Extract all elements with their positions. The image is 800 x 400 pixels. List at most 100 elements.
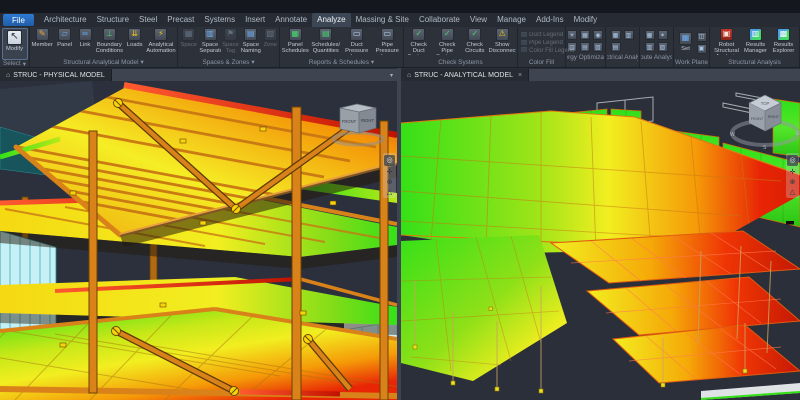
duct-legend-label: Duct Legend (529, 32, 563, 38)
panel-label-electrical-analysis[interactable]: Electrical Analysis (607, 52, 638, 62)
viewcube-right-label[interactable]: RIGHT (361, 118, 374, 123)
panel-label-spaces-zones[interactable]: Spaces & Zones▾ (179, 57, 278, 67)
panel-schedules-button[interactable]: ▦Panel Schedules (281, 28, 310, 55)
viewport-analytical[interactable]: ⌂ STRUC - ANALYTICAL MODEL × (401, 68, 800, 400)
results-explorer-button[interactable]: ▩Results Explorer (770, 28, 797, 55)
space-separator-label: Space Separator (199, 42, 220, 55)
pipe-pressure-loss-report-button[interactable]: ▭Pipe Pressure Loss Report (373, 28, 403, 55)
space-tag-button[interactable]: ⚑Space Tag (222, 28, 239, 55)
label-text: Color Fill (529, 59, 554, 66)
energy-settings-icon[interactable]: ☀ (567, 30, 577, 40)
electrical-settings-icon[interactable]: ▥ (624, 30, 634, 40)
view-tab-physical[interactable]: ⌂ STRUC - PHYSICAL MODEL (0, 69, 112, 81)
member-button[interactable]: ✎Member (31, 28, 53, 55)
panel-electrical-analysis: ▦ ▥ ▤ Electrical Analysis (606, 27, 640, 67)
reveal-obstacles-icon[interactable]: ✶ (658, 30, 668, 40)
check-circuits-button[interactable]: ✓Check Circuits (462, 28, 488, 55)
tab-steel[interactable]: Steel (134, 13, 162, 27)
view-tab-analytical[interactable]: ⌂ STRUC - ANALYTICAL MODEL × (401, 69, 529, 81)
solar-analysis-icon[interactable]: ▤ (580, 42, 590, 52)
loads-button[interactable]: ⇊Loads (124, 28, 144, 55)
tab-manage[interactable]: Manage (492, 13, 531, 27)
tab-collaborate[interactable]: Collaborate (414, 13, 465, 27)
orbit-icon[interactable]: △ (790, 189, 795, 196)
panel-label-structural-analysis[interactable]: Structural Analysis (711, 57, 798, 67)
panel-label-select[interactable]: Select▾ (1, 60, 28, 67)
workplane-viewer-icon[interactable]: ▣ (697, 44, 707, 54)
duct-legend-button[interactable]: ▤Duct Legend (521, 32, 563, 39)
color-fill-legend-button[interactable]: ▤Color Fill Legend (521, 47, 575, 54)
navigation-bar[interactable]: ◎ ✛ ⊕ △ (383, 153, 396, 198)
results-manager-icon: ▥ (749, 28, 762, 41)
power-balance-icon[interactable]: ▦ (611, 30, 621, 40)
robot-structural-analysis-button[interactable]: ▣Robot Structural Analysis (712, 28, 741, 55)
tab-systems[interactable]: Systems (199, 13, 240, 27)
space-button[interactable]: ▦Space (179, 28, 198, 55)
space-naming-button[interactable]: ▤Space Naming (240, 28, 261, 55)
route-settings-icon[interactable]: ▥ (645, 42, 655, 52)
view-tabs-overflow-chevron[interactable]: ▾ (390, 72, 397, 79)
zoom-icon[interactable]: ⊕ (387, 179, 393, 186)
tab-view[interactable]: View (465, 13, 492, 27)
tab-structure[interactable]: Structure (92, 13, 134, 27)
check-pipe-systems-label: Check Pipe Systems (433, 42, 460, 55)
panel-label-structural-analytical-model[interactable]: Structural Analytical Model▾ (31, 57, 176, 67)
pan-icon[interactable]: ✛ (790, 169, 796, 176)
orbit-icon[interactable]: △ (387, 189, 392, 196)
navigation-bar[interactable]: ◎ ✛ ⊕ △ (786, 153, 799, 198)
tab-massing-site[interactable]: Massing & Site (351, 13, 414, 27)
tab-architecture[interactable]: Architecture (39, 13, 92, 27)
navigation-wheel-icon[interactable]: ◎ (384, 155, 395, 166)
panel-label-route-analysis[interactable]: Route Analysis (641, 52, 672, 62)
close-view-icon[interactable]: × (518, 72, 522, 79)
tab-precast[interactable]: Precast (162, 13, 199, 27)
viewcube-top-label[interactable]: TOP (761, 101, 770, 106)
viewport-area: ⌂ STRUC - PHYSICAL MODEL ▾ (0, 68, 800, 400)
viewcube-west-label[interactable]: W (730, 132, 735, 138)
set-workplane-button[interactable]: ▦Set (677, 32, 695, 53)
panel-structural-analysis: ▣Robot Structural Analysis ▥Results Mana… (710, 27, 800, 67)
label-text: Energy Optimization (567, 54, 604, 61)
zoom-icon[interactable]: ⊕ (790, 179, 796, 186)
file-menu-button[interactable]: File (3, 14, 34, 26)
analytical-model-canvas[interactable]: W S E TOP FRONT RIGHT ◎ ✛ ⊕ △ (401, 81, 800, 400)
show-workplane-icon[interactable]: ◫ (697, 32, 707, 42)
viewport-physical[interactable]: ⌂ STRUC - PHYSICAL MODEL ▾ (0, 68, 397, 400)
panel-label-reports-schedules[interactable]: Reports & Schedules▾ (281, 57, 402, 67)
path-of-travel-icon[interactable]: ▦ (645, 30, 655, 40)
panel-report-icon[interactable]: ▤ (611, 42, 621, 52)
modify-button[interactable]: ↖ Modify (2, 28, 28, 60)
viewcube-right-label[interactable]: RIGHT (768, 115, 780, 119)
schedules-quantities-button[interactable]: ▤Schedules/ Quantities (311, 28, 341, 55)
space-separator-button[interactable]: ▥Space Separator (199, 28, 220, 55)
link-button[interactable]: ∞Link (76, 28, 94, 55)
analytical-automation-button[interactable]: ⚡Analytical Automation (146, 28, 176, 55)
check-duct-systems-button[interactable]: ✓Check Duct Systems (405, 28, 432, 55)
tab-modify[interactable]: Modify (569, 13, 603, 27)
tab-annotate[interactable]: Annotate (270, 13, 312, 27)
tab-analyze[interactable]: Analyze (312, 13, 350, 27)
panel-button[interactable]: ▱Panel (54, 28, 74, 55)
viewcube-front-label[interactable]: FRONT (751, 117, 764, 121)
duct-pressure-loss-report-button[interactable]: ▭Duct Pressure Loss Report (342, 28, 372, 55)
location-icon[interactable]: ◉ (593, 30, 603, 40)
physical-model-canvas[interactable]: FRONT RIGHT ◎ ✛ ⊕ △ (0, 81, 397, 400)
boundary-conditions-button[interactable]: ⊥Boundary Conditions (95, 28, 123, 55)
panel-label-work-plane[interactable]: Work Plane (675, 57, 708, 67)
tab-add-ins[interactable]: Add-Ins (531, 13, 569, 27)
check-pipe-systems-button[interactable]: ✓Check Pipe Systems (433, 28, 460, 55)
panel-label-check-systems[interactable]: Check Systems (405, 57, 516, 67)
results-manager-button[interactable]: ▥Results Manager (742, 28, 769, 55)
create-energy-model-icon[interactable]: ▦ (580, 30, 590, 40)
navigation-wheel-icon[interactable]: ◎ (787, 155, 798, 166)
multiple-paths-icon[interactable]: ▧ (658, 42, 668, 52)
panel-label-color-fill[interactable]: Color Fill (519, 57, 564, 67)
pan-icon[interactable]: ✛ (387, 169, 393, 176)
show-disconnects-button[interactable]: ⚠Show Disconnects (489, 28, 516, 55)
pipe-legend-button[interactable]: ▤Pipe Legend (521, 40, 563, 47)
tab-insert[interactable]: Insert (240, 13, 270, 27)
systems-analysis-icon[interactable]: ▧ (593, 42, 603, 52)
viewcube-front-label[interactable]: FRONT (342, 119, 357, 124)
zone-button[interactable]: ▧Zone (263, 28, 279, 55)
home-view-icon: ⌂ (407, 72, 411, 79)
